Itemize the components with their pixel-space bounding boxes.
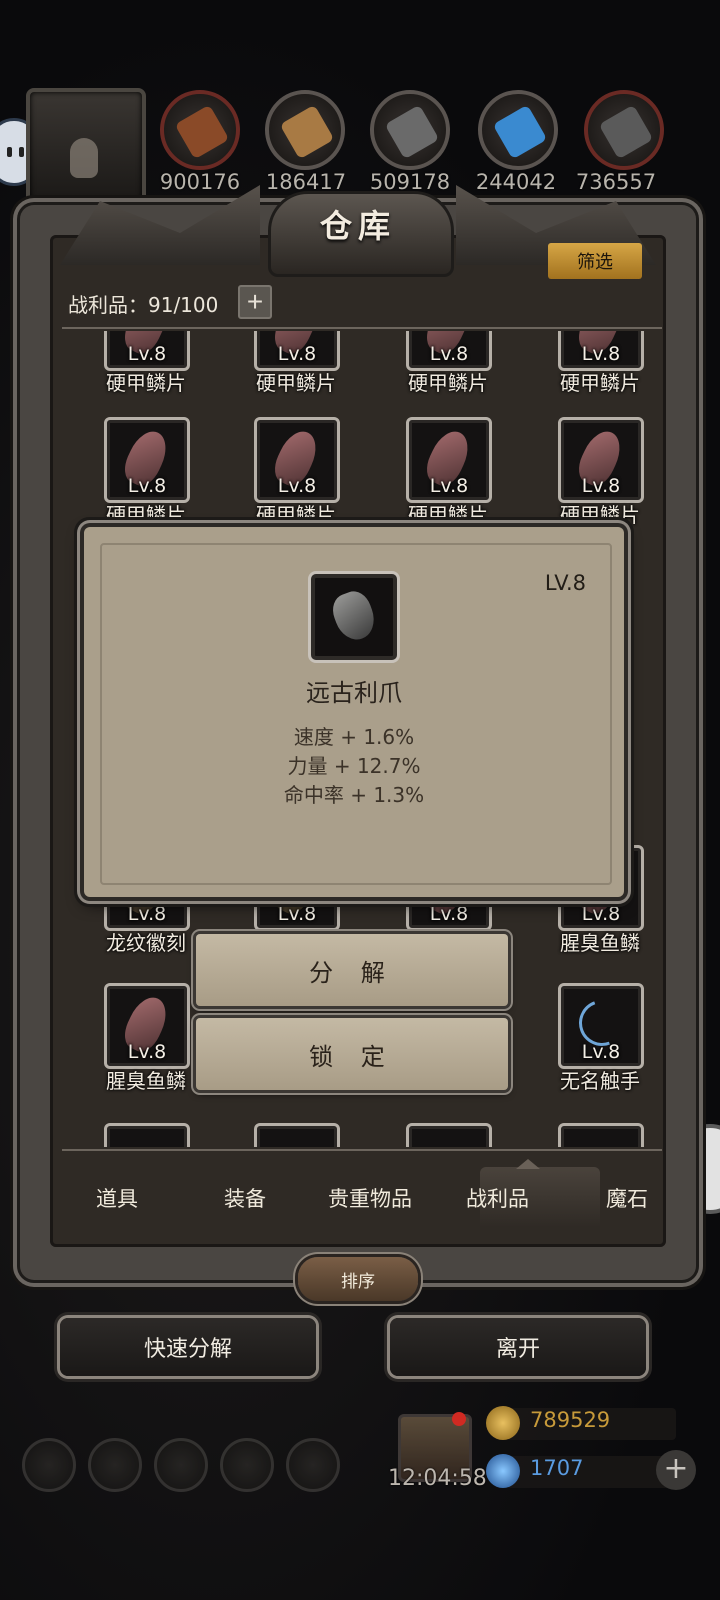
item-cell[interactable]: Lv.8 硬甲鳞片 bbox=[378, 331, 518, 405]
leave-button[interactable]: 离开 bbox=[390, 1318, 646, 1376]
active-tab-indicator-icon bbox=[516, 1159, 540, 1169]
item-name: 硬甲鳞片 bbox=[408, 503, 488, 527]
portrait-face-icon bbox=[70, 138, 98, 178]
stat-strength: 力量 + 12.7% bbox=[287, 754, 421, 778]
sort-button[interactable]: 排序 bbox=[298, 1257, 418, 1301]
item-cell[interactable] bbox=[530, 1123, 662, 1147]
item-level: Lv.8 bbox=[127, 343, 167, 365]
popup-level: LV.8 bbox=[544, 571, 586, 595]
item-level: Lv.8 bbox=[429, 343, 469, 365]
add-capacity-button[interactable]: + bbox=[238, 285, 272, 319]
item-level: Lv.8 bbox=[581, 475, 621, 497]
tab-valuables[interactable]: 贵重物品 bbox=[328, 1183, 412, 1213]
gem-icon bbox=[486, 1454, 520, 1488]
item-name: 硬甲鳞片 bbox=[560, 371, 640, 395]
popup-item-slot bbox=[308, 571, 400, 663]
iron-icon bbox=[384, 104, 440, 160]
item-level: Lv.8 bbox=[429, 475, 469, 497]
resource-crystal-value: 244042 bbox=[475, 170, 557, 194]
item-cell[interactable]: Lv.8 硬甲鳞片 bbox=[76, 331, 216, 405]
claw-icon bbox=[327, 586, 381, 646]
tab-items[interactable]: 道具 bbox=[96, 1183, 138, 1213]
loot-capacity: 战利品：91/100 bbox=[68, 293, 219, 317]
item-name: 腥臭鱼鳞 bbox=[106, 1069, 186, 1093]
item-cell[interactable]: Lv.8 腥臭鱼鳞 bbox=[76, 983, 216, 1103]
tab-loot[interactable]: 战利品 bbox=[466, 1183, 529, 1213]
gold-coin-icon bbox=[486, 1406, 520, 1440]
notification-dot-icon bbox=[452, 1412, 466, 1426]
tab-magic-stones[interactable]: 魔石 bbox=[606, 1183, 648, 1213]
divider-bottom bbox=[62, 1149, 662, 1151]
item-cell[interactable] bbox=[226, 1123, 366, 1147]
category-tabs: 道具 装备 贵重物品 战利品 魔石 bbox=[60, 1159, 670, 1233]
item-level: Lv.8 bbox=[277, 903, 317, 925]
popup-stats: 速度 + 1.6% 力量 + 12.7% 命中率 + 1.3% bbox=[84, 723, 624, 810]
star-icon[interactable] bbox=[88, 1438, 142, 1492]
settings-icon[interactable] bbox=[22, 1438, 76, 1492]
add-currency-button[interactable]: + bbox=[656, 1450, 696, 1490]
item-level: Lv.8 bbox=[277, 475, 317, 497]
item-cell[interactable]: Lv.8 硬甲鳞片 bbox=[76, 417, 216, 537]
item-name: 硬甲鳞片 bbox=[560, 503, 640, 527]
divider-top bbox=[62, 327, 662, 329]
crystal-icon bbox=[492, 104, 548, 160]
item-cell[interactable] bbox=[76, 1123, 216, 1147]
steel-icon bbox=[598, 104, 654, 160]
item-name: 腥臭鱼鳞 bbox=[560, 931, 640, 955]
item-name: 龙纹徽刻 bbox=[106, 931, 186, 955]
item-name: 无名触手 bbox=[560, 1069, 640, 1093]
tab-equipment[interactable]: 装备 bbox=[224, 1183, 266, 1213]
lock-button[interactable]: 锁 定 bbox=[196, 1018, 508, 1090]
item-level: Lv.8 bbox=[277, 343, 317, 365]
resource-wood[interactable] bbox=[265, 90, 345, 170]
gold-value: 789529 bbox=[530, 1408, 611, 1432]
mail-icon[interactable] bbox=[220, 1438, 274, 1492]
filter-button[interactable]: 筛选 bbox=[548, 243, 642, 279]
item-name: 硬甲鳞片 bbox=[256, 371, 336, 395]
item-name: 硬甲鳞片 bbox=[408, 371, 488, 395]
item-level: Lv.8 bbox=[581, 903, 621, 925]
guild-icon[interactable] bbox=[286, 1438, 340, 1492]
resource-steel-value: 736557 bbox=[575, 170, 657, 194]
decompose-button[interactable]: 分 解 bbox=[196, 934, 508, 1006]
hero-icon[interactable] bbox=[154, 1438, 208, 1492]
item-cell[interactable]: Lv.8 硬甲鳞片 bbox=[378, 417, 518, 537]
player-portrait[interactable] bbox=[26, 88, 146, 204]
page-title: 仓库 bbox=[319, 207, 396, 245]
resource-crystal[interactable] bbox=[478, 90, 558, 170]
quick-decompose-button[interactable]: 快速分解 bbox=[60, 1318, 316, 1376]
gem-value: 1707 bbox=[530, 1456, 584, 1480]
wood-icon bbox=[279, 104, 335, 160]
item-level: Lv.8 bbox=[127, 1041, 167, 1063]
popup-item-name: 远古利爪 bbox=[306, 679, 402, 707]
stat-accuracy: 命中率 + 1.3% bbox=[283, 783, 425, 807]
gift-timer: 12:04:58 bbox=[388, 1466, 487, 1491]
item-name: 硬甲鳞片 bbox=[256, 503, 336, 527]
item-name: 硬甲鳞片 bbox=[106, 371, 186, 395]
item-cell[interactable]: Lv.8 无名触手 bbox=[530, 983, 662, 1103]
item-level: Lv.8 bbox=[581, 1041, 621, 1063]
item-level: Lv.8 bbox=[127, 903, 167, 925]
stat-speed: 速度 + 1.6% bbox=[293, 725, 415, 749]
item-level: Lv.8 bbox=[429, 903, 469, 925]
item-name: 硬甲鳞片 bbox=[106, 503, 186, 527]
meat-icon bbox=[174, 104, 230, 160]
item-detail-popup: LV.8 远古利爪 速度 + 1.6% 力量 + 12.7% 命中率 + 1.3… bbox=[84, 527, 624, 897]
item-cell[interactable]: Lv.8 硬甲鳞片 bbox=[226, 331, 366, 405]
resource-steel[interactable] bbox=[584, 90, 664, 170]
item-level: Lv.8 bbox=[127, 475, 167, 497]
resource-iron[interactable] bbox=[370, 90, 450, 170]
item-level: Lv.8 bbox=[581, 343, 621, 365]
resource-meat-value: 900176 bbox=[159, 170, 241, 194]
item-cell[interactable]: Lv.8 硬甲鳞片 bbox=[530, 417, 662, 537]
resource-meat[interactable] bbox=[160, 90, 240, 170]
item-cell[interactable]: Lv.8 硬甲鳞片 bbox=[226, 417, 366, 537]
item-cell[interactable]: Lv.8 硬甲鳞片 bbox=[530, 331, 662, 405]
item-cell[interactable] bbox=[378, 1123, 518, 1147]
